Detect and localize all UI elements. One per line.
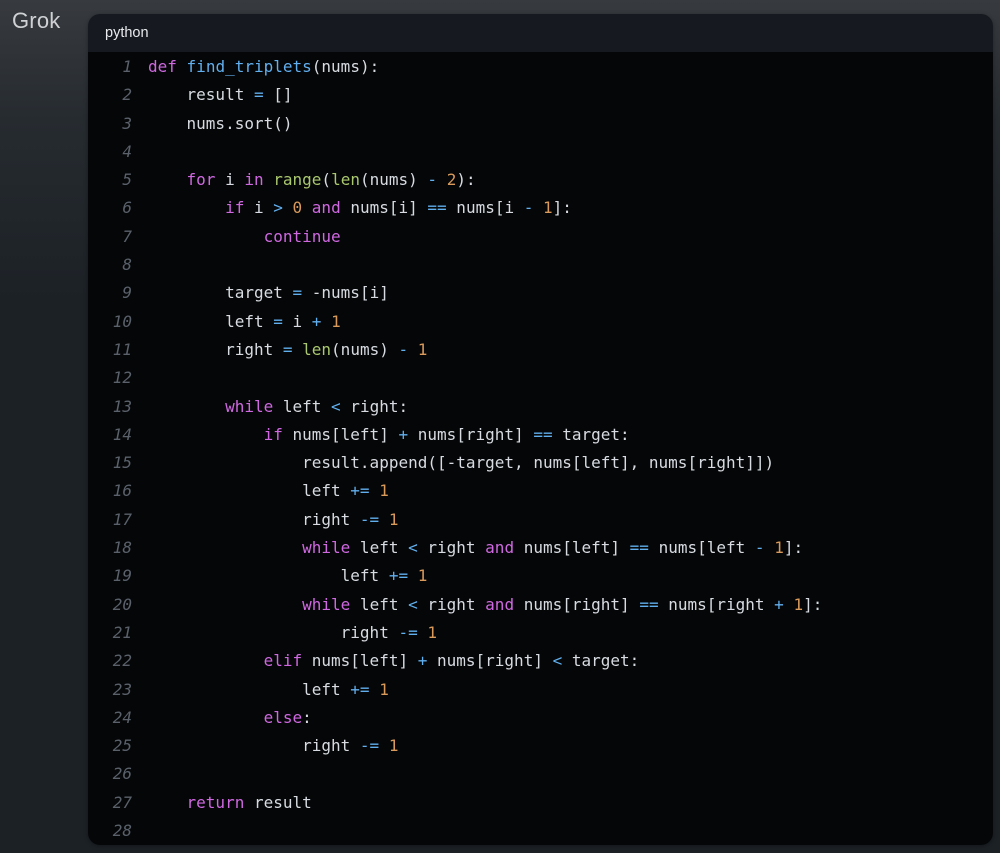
line-number: 24 xyxy=(88,704,132,732)
code-text xyxy=(132,760,148,788)
code-text: result.append([-target, nums[left], nums… xyxy=(132,449,774,477)
code-line: 15 result.append([-target, nums[left], n… xyxy=(88,449,993,477)
code-line: 14 if nums[left] + nums[right] == target… xyxy=(88,421,993,449)
code-text: continue xyxy=(132,223,341,251)
code-text: right -= 1 xyxy=(132,732,398,760)
line-number: 13 xyxy=(88,393,132,421)
line-number: 25 xyxy=(88,732,132,760)
line-number: 6 xyxy=(88,194,132,222)
line-number: 26 xyxy=(88,760,132,788)
code-line: 21 right -= 1 xyxy=(88,619,993,647)
line-number: 21 xyxy=(88,619,132,647)
code-line: 28 xyxy=(88,817,993,845)
line-number: 17 xyxy=(88,506,132,534)
code-text: left += 1 xyxy=(132,676,389,704)
line-number: 10 xyxy=(88,308,132,336)
line-number: 19 xyxy=(88,562,132,590)
code-text: left += 1 xyxy=(132,562,427,590)
line-number: 23 xyxy=(88,676,132,704)
line-number: 14 xyxy=(88,421,132,449)
code-line: 7 continue xyxy=(88,223,993,251)
code-line: 4 xyxy=(88,138,993,166)
code-text: for i in range(len(nums) - 2): xyxy=(132,166,476,194)
code-language-label: python xyxy=(105,25,149,41)
page: { "app": { "title": "Grok" }, "code_bloc… xyxy=(0,0,1000,853)
code-text: else: xyxy=(132,704,312,732)
code-line: 12 xyxy=(88,364,993,392)
code-body[interactable]: 1def find_triplets(nums):2 result = []3 … xyxy=(88,52,993,845)
code-text: result = [] xyxy=(132,81,293,109)
code-text: left += 1 xyxy=(132,477,389,505)
code-text: target = -nums[i] xyxy=(132,279,389,307)
code-line: 22 elif nums[left] + nums[right] < targe… xyxy=(88,647,993,675)
line-number: 8 xyxy=(88,251,132,279)
line-number: 11 xyxy=(88,336,132,364)
line-number: 20 xyxy=(88,591,132,619)
code-text: right -= 1 xyxy=(132,506,398,534)
line-number: 12 xyxy=(88,364,132,392)
code-text: while left < right and nums[right] == nu… xyxy=(132,591,822,619)
code-text xyxy=(132,817,148,845)
code-text xyxy=(132,251,148,279)
app-title: Grok xyxy=(12,8,60,34)
code-text: if i > 0 and nums[i] == nums[i - 1]: xyxy=(132,194,572,222)
code-line: 19 left += 1 xyxy=(88,562,993,590)
code-text: right = len(nums) - 1 xyxy=(132,336,427,364)
code-text: elif nums[left] + nums[right] < target: xyxy=(132,647,639,675)
line-number: 2 xyxy=(88,81,132,109)
code-text: while left < right: xyxy=(132,393,408,421)
code-text xyxy=(132,364,148,392)
line-number: 5 xyxy=(88,166,132,194)
code-line: 3 nums.sort() xyxy=(88,110,993,138)
code-text: while left < right and nums[left] == num… xyxy=(132,534,803,562)
code-line: 16 left += 1 xyxy=(88,477,993,505)
code-line: 27 return result xyxy=(88,789,993,817)
code-line: 18 while left < right and nums[left] == … xyxy=(88,534,993,562)
line-number: 15 xyxy=(88,449,132,477)
code-line: 25 right -= 1 xyxy=(88,732,993,760)
line-number: 28 xyxy=(88,817,132,845)
code-line: 17 right -= 1 xyxy=(88,506,993,534)
code-line: 20 while left < right and nums[right] ==… xyxy=(88,591,993,619)
line-number: 16 xyxy=(88,477,132,505)
code-text xyxy=(132,138,148,166)
code-line: 10 left = i + 1 xyxy=(88,308,993,336)
code-text: nums.sort() xyxy=(132,110,293,138)
line-number: 4 xyxy=(88,138,132,166)
code-line: 1def find_triplets(nums): xyxy=(88,53,993,81)
code-line: 13 while left < right: xyxy=(88,393,993,421)
code-line: 26 xyxy=(88,760,993,788)
line-number: 27 xyxy=(88,789,132,817)
line-number: 18 xyxy=(88,534,132,562)
line-number: 22 xyxy=(88,647,132,675)
code-line: 9 target = -nums[i] xyxy=(88,279,993,307)
code-text: left = i + 1 xyxy=(132,308,341,336)
code-line: 5 for i in range(len(nums) - 2): xyxy=(88,166,993,194)
line-number: 7 xyxy=(88,223,132,251)
code-line: 6 if i > 0 and nums[i] == nums[i - 1]: xyxy=(88,194,993,222)
code-line: 8 xyxy=(88,251,993,279)
line-number: 3 xyxy=(88,110,132,138)
code-line: 11 right = len(nums) - 1 xyxy=(88,336,993,364)
code-text: def find_triplets(nums): xyxy=(132,53,379,81)
code-text: if nums[left] + nums[right] == target: xyxy=(132,421,630,449)
code-line: 23 left += 1 xyxy=(88,676,993,704)
code-text: return result xyxy=(132,789,312,817)
code-line: 24 else: xyxy=(88,704,993,732)
code-line: 2 result = [] xyxy=(88,81,993,109)
code-block: python 1def find_triplets(nums):2 result… xyxy=(88,14,993,845)
line-number: 1 xyxy=(88,53,132,81)
line-number: 9 xyxy=(88,279,132,307)
code-block-header: python xyxy=(88,14,993,52)
code-text: right -= 1 xyxy=(132,619,437,647)
